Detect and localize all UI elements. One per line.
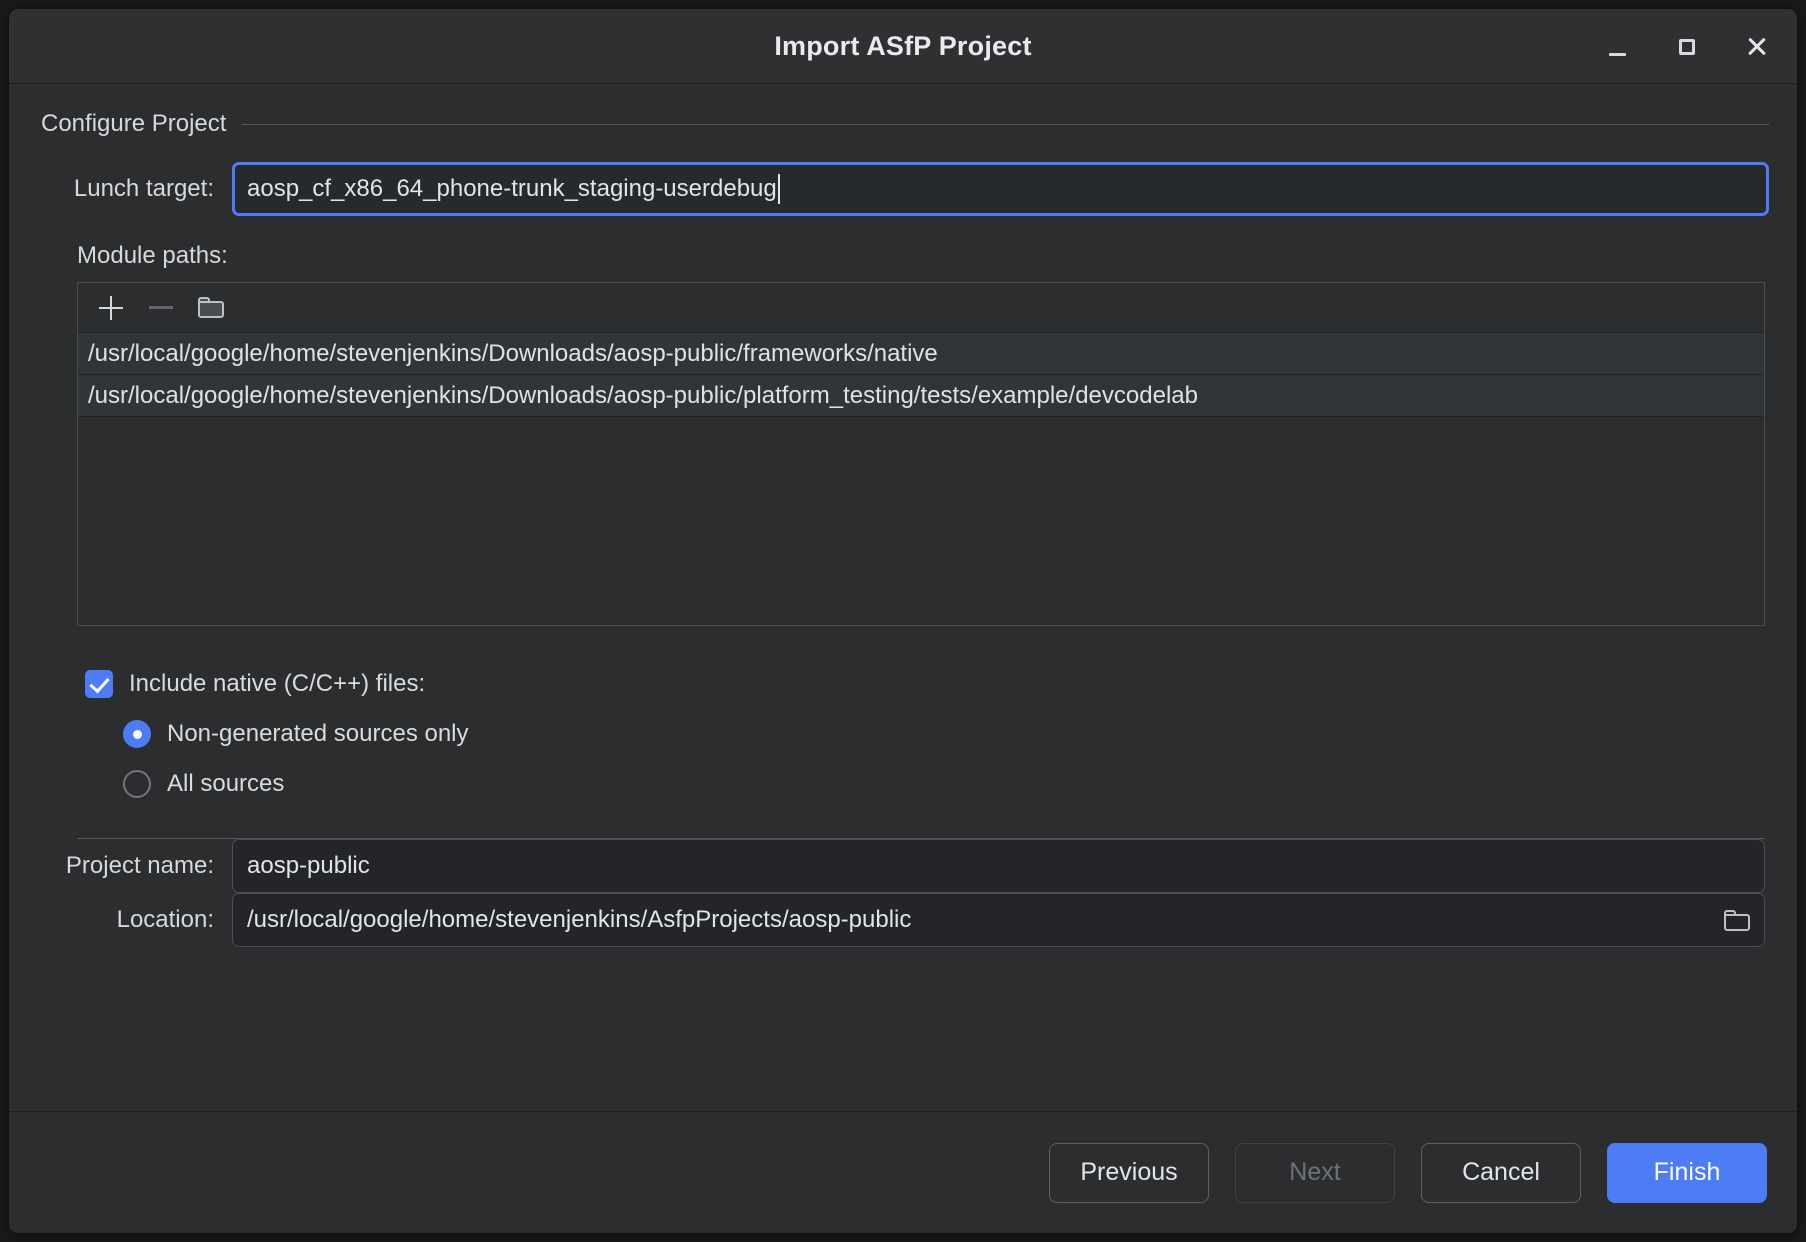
radio-non-generated-sources-label: Non-generated sources only <box>167 720 469 748</box>
project-name-input[interactable]: aosp-public <box>232 839 1765 893</box>
import-project-dialog: Import ASfP Project Configure Project Lu… <box>8 8 1798 1234</box>
lunch-target-input[interactable]: aosp_cf_x86_64_phone-trunk_staging-userd… <box>232 162 1769 216</box>
previous-button[interactable]: Previous <box>1049 1143 1209 1203</box>
project-name-row: Project name: aosp-public <box>37 839 1765 893</box>
cancel-button[interactable]: Cancel <box>1421 1143 1581 1203</box>
lunch-target-value: aosp_cf_x86_64_phone-trunk_staging-userd… <box>247 175 777 203</box>
window-title: Import ASfP Project <box>774 31 1031 62</box>
dialog-footer: Previous Next Cancel Finish <box>9 1111 1797 1233</box>
finish-button[interactable]: Finish <box>1607 1143 1767 1203</box>
add-path-button[interactable] <box>90 288 132 328</box>
close-button[interactable] <box>1735 25 1779 69</box>
include-native-checkbox[interactable] <box>85 670 113 698</box>
location-browse-button[interactable] <box>1712 910 1750 931</box>
text-caret <box>778 174 780 204</box>
maximize-button[interactable] <box>1665 25 1709 69</box>
section-divider <box>242 124 1769 125</box>
list-item[interactable]: /usr/local/google/home/stevenjenkins/Dow… <box>78 375 1764 417</box>
module-paths-label: Module paths: <box>77 242 1769 270</box>
location-row: Location: /usr/local/google/home/stevenj… <box>37 893 1765 947</box>
plus-icon <box>99 296 123 320</box>
minimize-button[interactable] <box>1595 25 1639 69</box>
remove-path-button <box>140 288 182 328</box>
project-name-label: Project name: <box>37 852 232 880</box>
configure-project-section-header: Configure Project <box>37 110 1769 138</box>
radio-non-generated-sources-indicator[interactable] <box>123 720 151 748</box>
minus-icon <box>149 306 173 308</box>
dialog-content: Configure Project Lunch target: aosp_cf_… <box>9 84 1797 1111</box>
module-paths-toolbar <box>78 283 1764 333</box>
window-controls <box>1595 9 1779 84</box>
project-name-value: aosp-public <box>247 852 370 880</box>
module-paths-rows: /usr/local/google/home/stevenjenkins/Dow… <box>78 333 1764 625</box>
radio-all-sources[interactable]: All sources <box>123 770 1769 798</box>
location-label: Location: <box>37 906 232 934</box>
section-title: Configure Project <box>41 110 226 138</box>
title-bar: Import ASfP Project <box>9 9 1797 84</box>
maximize-icon <box>1679 39 1695 55</box>
radio-all-sources-label: All sources <box>167 770 284 798</box>
lunch-target-label: Lunch target: <box>37 175 232 203</box>
next-button: Next <box>1235 1143 1395 1203</box>
location-value: /usr/local/google/home/stevenjenkins/Asf… <box>247 906 911 934</box>
close-icon <box>1746 36 1768 58</box>
include-native-checkbox-row[interactable]: Include native (C/C++) files: <box>85 670 1769 698</box>
module-paths-listbox: /usr/local/google/home/stevenjenkins/Dow… <box>77 282 1765 626</box>
include-native-label: Include native (C/C++) files: <box>129 670 425 698</box>
location-input[interactable]: /usr/local/google/home/stevenjenkins/Asf… <box>232 893 1765 947</box>
minimize-icon <box>1609 53 1626 56</box>
folder-icon <box>198 297 224 318</box>
list-item[interactable]: /usr/local/google/home/stevenjenkins/Dow… <box>78 333 1764 375</box>
radio-non-generated-sources[interactable]: Non-generated sources only <box>123 720 1769 748</box>
browse-path-button[interactable] <box>190 288 232 328</box>
folder-icon <box>1724 910 1750 931</box>
lunch-target-row: Lunch target: aosp_cf_x86_64_phone-trunk… <box>37 162 1769 216</box>
radio-all-sources-indicator[interactable] <box>123 770 151 798</box>
